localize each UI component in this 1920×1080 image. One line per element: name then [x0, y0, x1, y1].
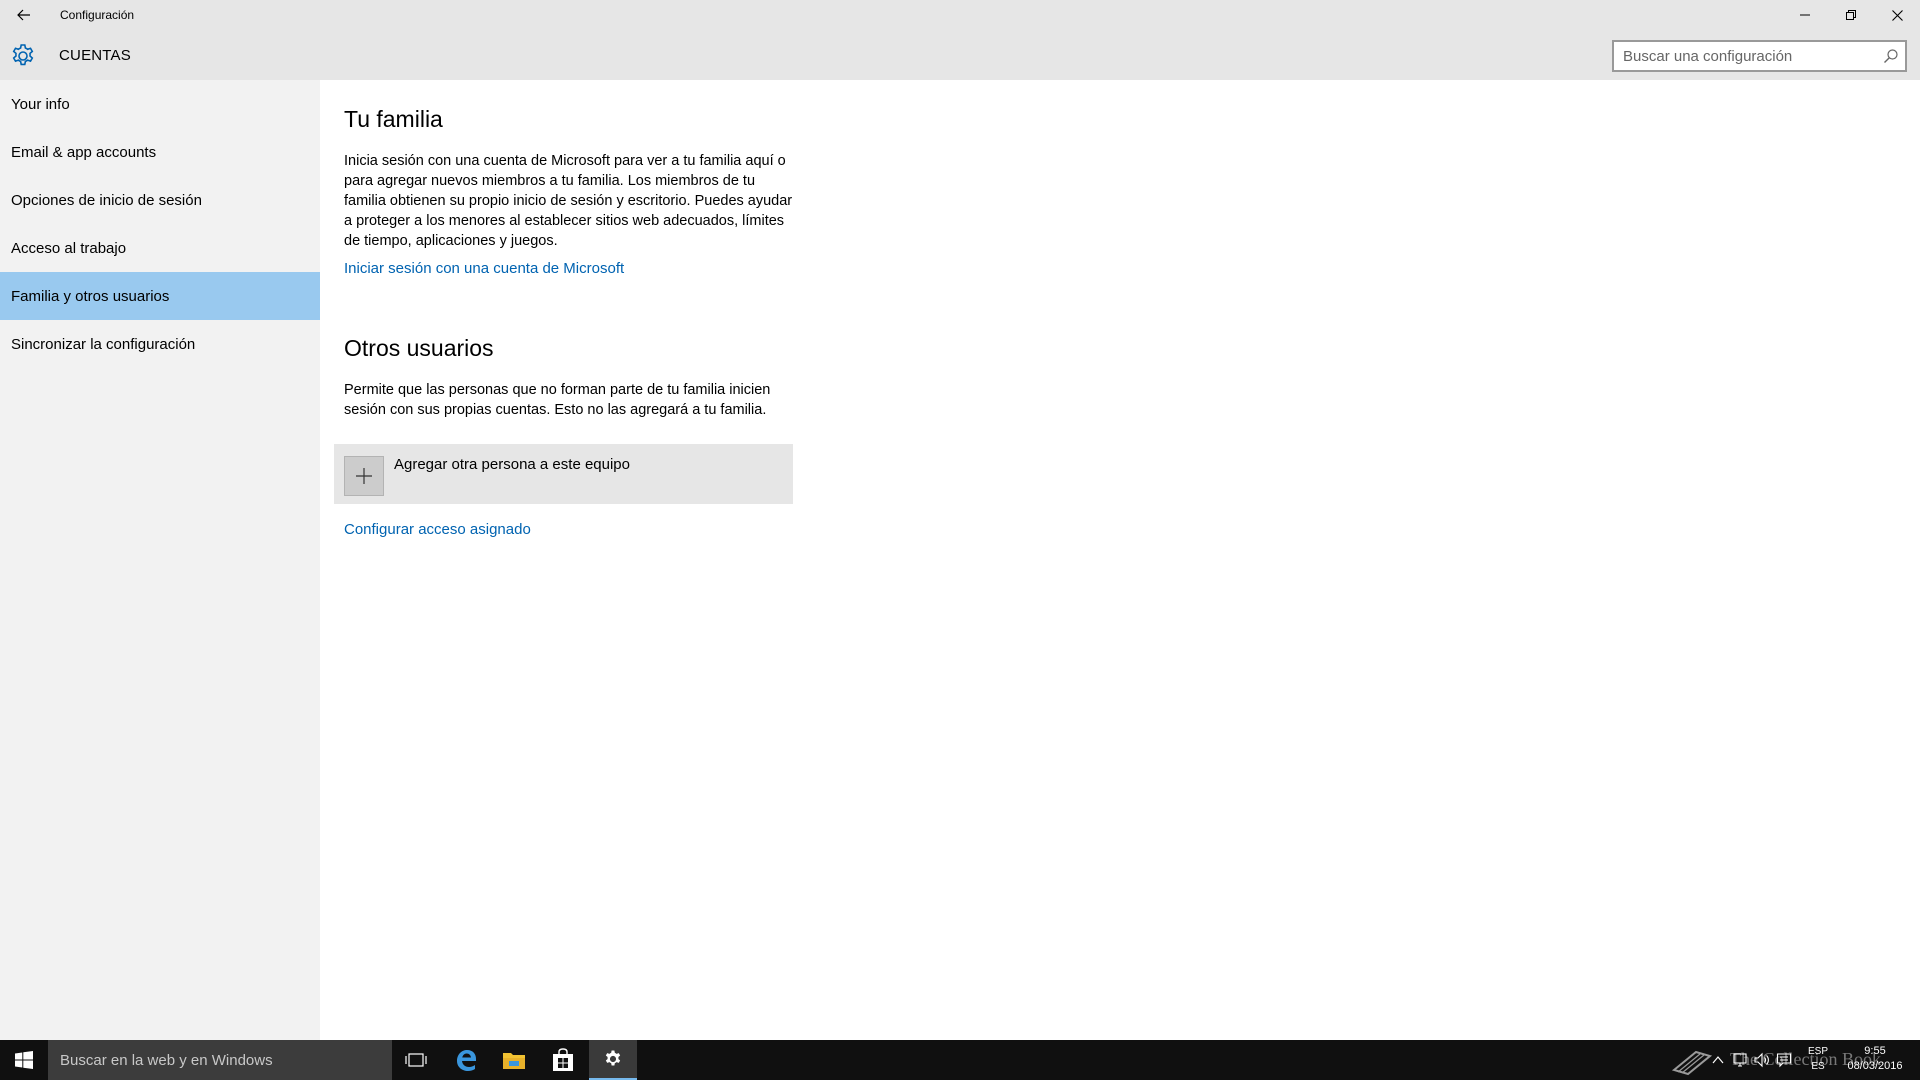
file-explorer-button[interactable]	[490, 1040, 538, 1080]
start-button[interactable]	[0, 1040, 48, 1080]
clock[interactable]: 9:55 08/03/2016	[1840, 1044, 1910, 1078]
title-bar: Configuración	[0, 0, 1920, 30]
language-indicator[interactable]: ESP ES	[1802, 1044, 1834, 1078]
minimize-button[interactable]	[1782, 0, 1828, 30]
keyboard-layout: ES	[1811, 1061, 1825, 1072]
network-icon[interactable]	[1732, 1052, 1748, 1068]
minimize-icon	[1800, 14, 1810, 16]
sidebar-item-sync[interactable]: Sincronizar la configuración	[0, 320, 320, 368]
task-view-icon	[405, 1053, 427, 1067]
taskbar-search-input[interactable]	[48, 1040, 392, 1080]
settings-taskbar-button[interactable]	[589, 1040, 637, 1080]
taskbar-search[interactable]	[48, 1040, 392, 1080]
other-users-description: Permite que las personas que no forman p…	[344, 382, 771, 418]
gear-icon	[10, 43, 36, 69]
add-person-label: Agregar otra persona a este equipo	[394, 456, 630, 473]
folder-icon	[503, 1053, 525, 1069]
family-description: Inicia sesión con una cuenta de Microsof…	[344, 153, 793, 249]
window-title: Configuración	[60, 8, 135, 22]
close-button[interactable]	[1874, 0, 1920, 30]
language-code: ESP	[1807, 1046, 1828, 1057]
restore-icon	[1846, 10, 1856, 20]
sidebar-item-signin-options[interactable]: Opciones de inicio de sesión	[0, 176, 320, 224]
sidebar-item-work-access[interactable]: Acceso al trabajo	[0, 224, 320, 272]
other-users-heading: Otros usuarios	[344, 335, 494, 361]
action-center-icon[interactable]	[1776, 1052, 1792, 1068]
add-person-button[interactable]: Agregar otra persona a este equipo	[334, 444, 793, 504]
sidebar-item-email-accounts[interactable]: Email & app accounts	[0, 128, 320, 176]
settings-search-input[interactable]	[1614, 42, 1874, 70]
microsoft-signin-link[interactable]: Iniciar sesión con una cuenta de Microso…	[344, 260, 624, 277]
volume-icon[interactable]	[1754, 1052, 1770, 1068]
header: CUENTAS	[0, 30, 1920, 80]
back-button[interactable]	[6, 0, 42, 30]
settings-gear-icon	[605, 1050, 621, 1066]
restore-button[interactable]	[1828, 0, 1874, 30]
close-icon	[1891, 9, 1903, 21]
back-arrow-icon	[17, 9, 30, 21]
search-icon[interactable]	[1883, 48, 1899, 64]
page-title: CUENTAS	[59, 47, 131, 64]
store-bag-icon	[553, 1048, 573, 1071]
plus-icon	[344, 456, 384, 496]
clock-time: 9:55	[1864, 1045, 1886, 1057]
sidebar-item-family[interactable]: Familia y otros usuarios	[0, 272, 320, 320]
clock-date: 08/03/2016	[1847, 1060, 1903, 1072]
sidebar-item-your-info[interactable]: Your info	[0, 80, 320, 128]
edge-icon	[457, 1050, 476, 1071]
task-view-button[interactable]	[392, 1040, 440, 1080]
sidebar: Your info Email & app accounts Opciones …	[0, 80, 320, 1040]
edge-button[interactable]	[442, 1040, 490, 1080]
settings-search[interactable]	[1612, 40, 1907, 72]
taskbar: The Collection Book ESP ES 9:55 08/03/20…	[0, 1040, 1920, 1080]
chevron-up-icon[interactable]	[1710, 1052, 1726, 1068]
store-button[interactable]	[539, 1040, 587, 1080]
family-heading: Tu familia	[344, 106, 443, 132]
windows-logo-icon	[15, 1051, 33, 1069]
assigned-access-link[interactable]: Configurar acceso asignado	[344, 521, 531, 538]
